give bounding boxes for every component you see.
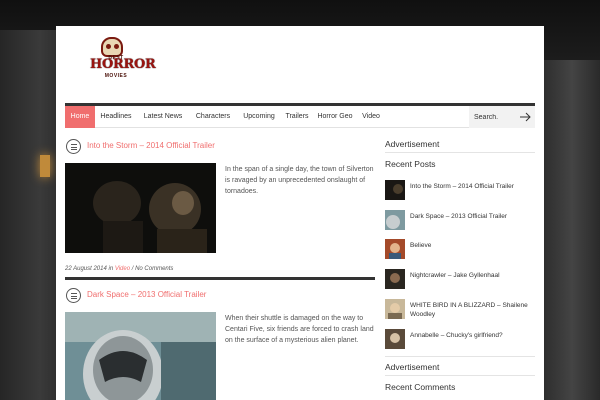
recent-post-item[interactable]: Dark Space – 2013 Official Trailer	[385, 209, 535, 231]
recent-post-item[interactable]: Annabelle – Chucky's girlfriend?	[385, 328, 535, 350]
post-format-icon	[66, 288, 81, 303]
recent-post-thumbnail	[385, 269, 405, 289]
nav-item-trailers[interactable]: Trailers	[282, 106, 312, 128]
nav-item-latest-news[interactable]: Latest News	[138, 106, 188, 128]
post-in-label: in	[108, 266, 114, 272]
post-comments: / No Comments	[131, 266, 174, 272]
post-category-link[interactable]: Video	[115, 266, 130, 272]
recent-post-thumbnail	[385, 329, 405, 349]
post-meta: 22 August 2014 in Video / No Comments	[65, 266, 173, 272]
site-logo[interactable]: BEST HORROR MOVIES	[88, 36, 156, 94]
recent-post-link[interactable]: WHITE BIRD IN A BLIZZARD – Shailene Wood…	[410, 301, 535, 319]
logo-wordmark: HORROR	[90, 57, 156, 72]
post-excerpt: In the span of a single day, the town of…	[225, 166, 374, 195]
recent-post-link[interactable]: Believe	[410, 241, 535, 250]
nav-item-upcoming[interactable]: Upcoming	[238, 106, 280, 128]
recent-post-link[interactable]: Nightcrawler – Jake Gyllenhaal	[410, 271, 535, 280]
sidebar-advertisement-heading-2: Advertisement	[385, 362, 440, 372]
post-thumbnail[interactable]	[65, 312, 216, 400]
nav-item-headlines[interactable]: Headlines	[96, 106, 136, 128]
post-date: 22 August 2014	[65, 266, 107, 272]
nav-item-horror-geo[interactable]: Horror Geo	[314, 106, 356, 128]
recent-post-link[interactable]: Annabelle – Chucky's girlfriend?	[410, 331, 535, 340]
recent-post-link[interactable]: Dark Space – 2013 Official Trailer	[410, 212, 535, 221]
post-excerpt: When their shuttle is damaged on the way…	[225, 315, 374, 344]
search-input[interactable]	[474, 111, 516, 123]
arrow-right-icon[interactable]	[518, 110, 532, 124]
recent-post-thumbnail	[385, 299, 405, 319]
recent-post-thumbnail	[385, 210, 405, 230]
page-container: BEST HORROR MOVIES Home Headlines Latest…	[56, 26, 544, 400]
nav-item-characters[interactable]: Characters	[190, 106, 236, 128]
sidebar-advertisement-heading: Advertisement	[385, 139, 440, 149]
main-navigation: Home Headlines Latest News Characters Up…	[65, 103, 535, 128]
recent-post-thumbnail	[385, 239, 405, 259]
background-tower-right	[544, 60, 600, 400]
nav-item-video[interactable]: Video	[358, 106, 384, 128]
search-box	[469, 106, 535, 128]
post-thumbnail[interactable]	[65, 163, 216, 253]
recent-post-item[interactable]: Believe	[385, 238, 535, 260]
post-title-link[interactable]: Into the Storm – 2014 Official Trailer	[87, 141, 215, 150]
recent-post-item[interactable]: Nightcrawler – Jake Gyllenhaal	[385, 268, 535, 290]
recent-comments-heading: Recent Comments	[385, 382, 456, 392]
skull-icon	[101, 37, 123, 57]
recent-post-item[interactable]: WHITE BIRD IN A BLIZZARD – Shailene Wood…	[385, 298, 535, 320]
recent-post-link[interactable]: Into the Storm – 2014 Official Trailer	[410, 182, 535, 191]
post-title-link[interactable]: Dark Space – 2013 Official Trailer	[87, 290, 206, 299]
recent-post-thumbnail	[385, 180, 405, 200]
recent-posts-heading: Recent Posts	[385, 159, 436, 169]
post-format-icon	[66, 139, 81, 154]
logo-bottom-text: MOVIES	[104, 73, 128, 79]
recent-post-item[interactable]: Into the Storm – 2014 Official Trailer	[385, 179, 535, 201]
nav-item-home[interactable]: Home	[65, 106, 95, 128]
post-divider	[65, 277, 375, 280]
